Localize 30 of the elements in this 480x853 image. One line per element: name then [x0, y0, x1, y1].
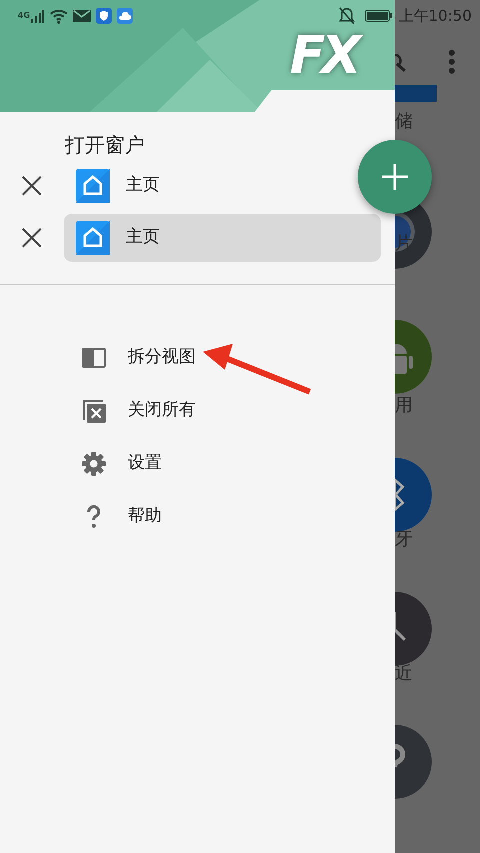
more-icon: [448, 49, 456, 75]
close-icon: [21, 175, 43, 197]
window-tab[interactable]: 主页: [64, 162, 349, 210]
home-icon: [76, 169, 110, 203]
menu-item[interactable]: 帮助: [0, 490, 395, 543]
storage-icon: [395, 85, 437, 102]
mail-icon: [73, 9, 92, 23]
battery-icon: [364, 9, 393, 23]
app-label: 用: [395, 394, 413, 418]
app-label: 储: [395, 110, 413, 134]
cloud-icon: [117, 8, 134, 24]
section-title: 打开窗户: [64, 132, 146, 159]
settings-icon: [80, 450, 108, 478]
muted-bell-icon: [338, 7, 355, 25]
menu-item[interactable]: 关闭所有: [0, 384, 395, 437]
app-label: 牙: [395, 528, 413, 552]
search-icon: [395, 54, 407, 72]
menu-item[interactable]: 设置: [0, 437, 395, 490]
app-label: 片: [395, 232, 413, 256]
home-icon: [76, 221, 110, 255]
close-icon: [21, 227, 43, 249]
app-label: 近: [395, 662, 413, 686]
signal-icon: [30, 9, 44, 23]
network-label: 4G: [18, 10, 30, 22]
shield-icon: [96, 8, 112, 24]
app-logo: FX: [290, 30, 358, 82]
status-time: 上午10:50: [398, 6, 472, 27]
wifi-icon: [49, 8, 70, 24]
plus-icon: [382, 164, 408, 190]
window-tab[interactable]: 主页: [64, 214, 381, 262]
